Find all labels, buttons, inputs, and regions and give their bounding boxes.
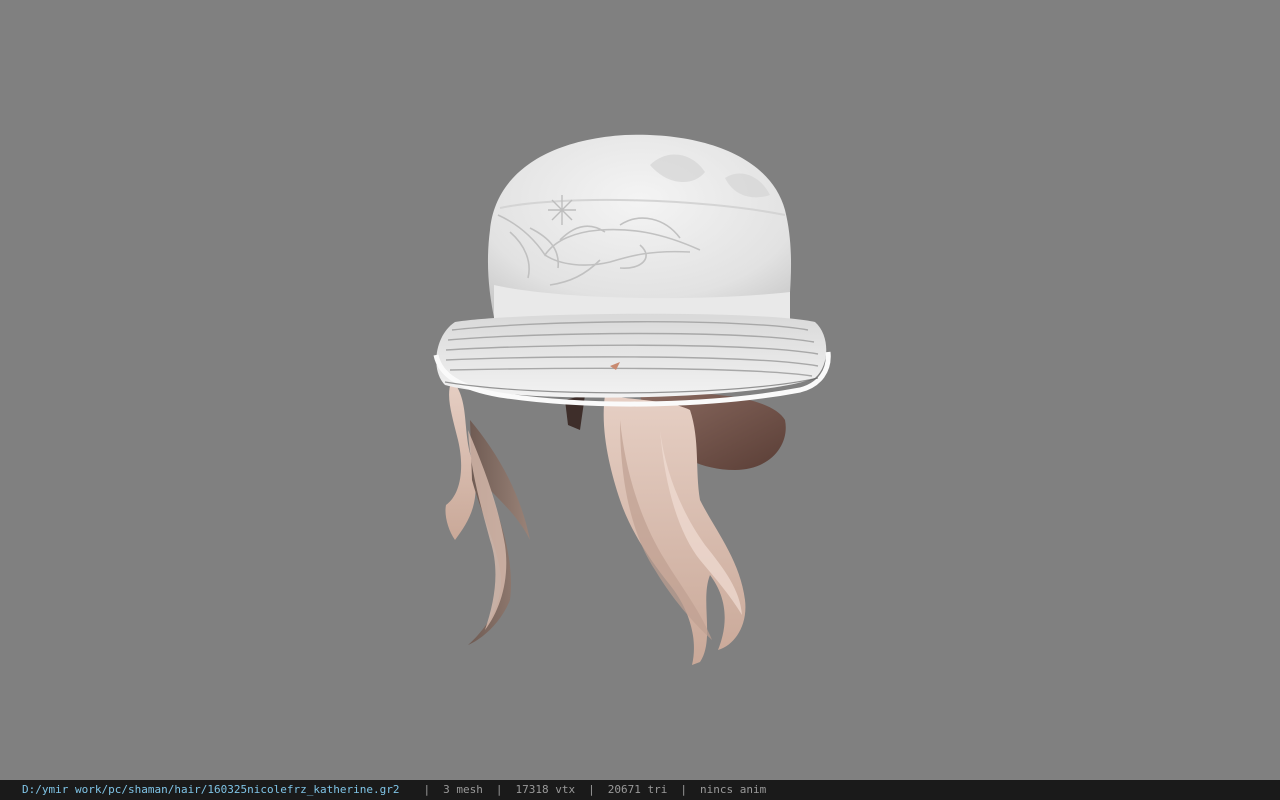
3d-viewport[interactable] — [0, 0, 1280, 780]
vertex-count: 17318 vtx — [515, 783, 576, 796]
separator: | — [680, 783, 687, 796]
left-hair-strand — [445, 380, 476, 540]
file-path: D:/ymir work/pc/shaman/hair/160325nicole… — [22, 783, 400, 796]
separator: | — [588, 783, 595, 796]
mesh-count: 3 mesh — [443, 783, 483, 796]
triangle-count: 20671 tri — [607, 783, 668, 796]
hat-hair-model-icon[interactable] — [0, 0, 1280, 780]
separator: | — [495, 783, 503, 796]
status-bar: D:/ymir work/pc/shaman/hair/160325nicole… — [0, 780, 1280, 800]
animation-status: nincs anim — [699, 783, 767, 796]
separator: | — [423, 783, 431, 796]
